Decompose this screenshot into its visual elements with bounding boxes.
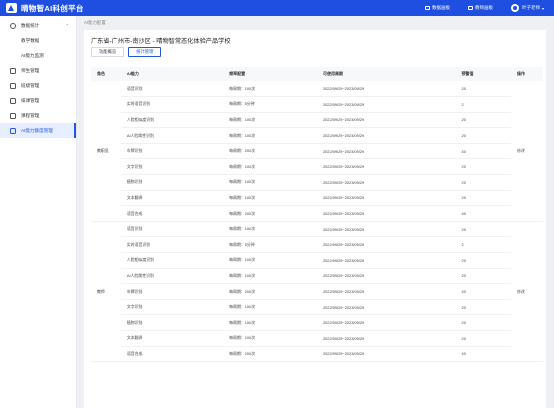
logo[interactable]: 晴物智AI科创平台 xyxy=(6,3,84,14)
table-row: 文本翻译 每周期：100次 2022/09/29~2023/09/29 20 xyxy=(91,330,543,347)
sidebar-item-statistics[interactable]: 数据统计 ⌃ xyxy=(0,18,76,33)
table-row: AI人脸属性识别 每周期：100次 2022/09/29~2023/09/29 … xyxy=(91,268,543,285)
sidebar-item-ai-monitor[interactable]: AI能力监测 xyxy=(0,48,76,63)
col-frequency: 频率配置 xyxy=(229,71,246,76)
chart-icon xyxy=(10,22,16,29)
table-row: 文本翻译 每周期：100次 2022/09/29~2023/09/29 20 xyxy=(91,190,543,207)
screen-icon xyxy=(424,6,430,10)
screen-icon xyxy=(467,6,473,10)
table-row: 教职员 语音识别 每周期：100次 2022/09/29~2023/09/29 … xyxy=(91,81,543,222)
table-row: 教师 语音识别 每周期：100次 2022/09/29~2023/09/29 2… xyxy=(91,221,543,363)
schedule-icon xyxy=(10,97,16,104)
tab-overview[interactable]: 功能概览 xyxy=(91,47,125,57)
role-cell: 教职员 xyxy=(91,81,121,222)
user-name: 叶子老师 xyxy=(521,5,540,10)
course-icon xyxy=(10,112,16,119)
user-menu[interactable]: 叶子老师 ▾ xyxy=(510,4,544,12)
tab-statistics[interactable]: 统计管理 xyxy=(128,47,162,57)
class-icon xyxy=(10,82,16,89)
role-cell: 教师 xyxy=(91,221,121,363)
breadcrumb: AI能力配置 xyxy=(84,20,106,25)
col-ai: AI能力 xyxy=(126,71,139,76)
avatar xyxy=(510,4,519,12)
main-panel: 广东省-广州市-南沙区 - 晴物智常态化体验产品学校 功能概览 统计管理 角色 … xyxy=(84,30,546,408)
logo-icon xyxy=(6,3,17,13)
sidebar-item-users[interactable]: 师生管理 xyxy=(0,63,76,78)
col-operation: 操作 xyxy=(516,71,525,76)
tab-bar: 功能概览 统计管理 xyxy=(91,47,165,57)
table-row: 车牌识别 每周期：200次 2022/09/29~2023/09/29 40 xyxy=(91,143,543,160)
user-icon xyxy=(10,67,16,74)
table-row: 语音合成 每周期：200次 2022/09/29~2023/09/29 40 xyxy=(91,346,543,363)
sidebar-item-teaching-data[interactable]: 教学数据 xyxy=(0,33,76,48)
table-row: 车牌识别 每周期：200次 2022/09/29~2023/09/29 40 xyxy=(91,283,543,300)
table-row: 人脸相似度识别 每周期：100次 2022/09/29~2023/09/29 2… xyxy=(91,252,543,269)
table-row: 语音合成 每周期：200次 2022/09/29~2023/09/29 40 xyxy=(91,205,543,222)
sidebar-item-classes[interactable]: 班级管理 xyxy=(0,78,76,93)
edit-link[interactable]: 修改 xyxy=(510,221,543,363)
table-row: 实时语音识别 每周期：5分钟 2022/09/29~2023/09/29 2 xyxy=(91,96,543,113)
sidebar: 数据统计 ⌃ 教学数据 AI能力监测 师生管理 班级管理 排课管理 课程管理 A… xyxy=(0,16,77,408)
col-role: 角色 xyxy=(97,71,105,76)
table-row: 实时语音识别 每周期：5分钟 2022/09/29~2023/09/29 2 xyxy=(91,236,543,254)
col-period: 可使用周期 xyxy=(322,71,343,76)
table-row: 文字识别 每周期：100次 2022/09/29~2023/09/29 20 xyxy=(91,158,543,176)
sidebar-item-courses[interactable]: 课程管理 xyxy=(0,108,76,123)
table-row: 植物识别 每周期：100次 2022/09/29~2023/09/29 20 xyxy=(91,314,543,331)
teacher-board-link[interactable]: 教师画板 xyxy=(467,5,493,11)
settings-icon xyxy=(10,127,16,134)
table-row: 植物识别 每周期：100次 2022/09/29~2023/09/29 20 xyxy=(91,174,543,191)
ai-quota-table: 角色 AI能力 频率配置 可使用周期 预警值 操作 教职员 语音识别 每周期：1… xyxy=(91,67,543,363)
table-row: 文字识别 每周期：100次 2022/09/29~2023/09/29 20 xyxy=(91,299,543,316)
col-warning: 预警值 xyxy=(461,71,474,76)
table-row: AI人脸属性识别 每周期：100次 2022/09/29~2023/09/29 … xyxy=(91,127,543,144)
sidebar-item-ai-quota[interactable]: AI能力额度管理 xyxy=(0,123,76,138)
sidebar-item-schedule[interactable]: 排课管理 xyxy=(0,93,76,108)
chevron-down-icon: ▾ xyxy=(541,5,544,11)
table-row: 人脸相似度识别 每周期：100次 2022/09/29~2023/09/29 2… xyxy=(91,112,543,129)
data-board-link[interactable]: 数据画板 xyxy=(424,5,450,11)
chevron-up-icon: ⌃ xyxy=(65,23,69,28)
edit-link[interactable]: 修改 xyxy=(510,81,543,222)
table-header: 角色 AI能力 频率配置 可使用周期 预警值 操作 xyxy=(91,67,543,81)
top-bar: 晴物智AI科创平台 数据画板 教师画板 叶子老师 ▾ xyxy=(0,0,554,16)
page-title: 广东省-广州市-南沙区 - 晴物智常态化体验产品学校 xyxy=(91,38,231,45)
brand-name: 晴物智AI科创平台 xyxy=(21,3,84,13)
